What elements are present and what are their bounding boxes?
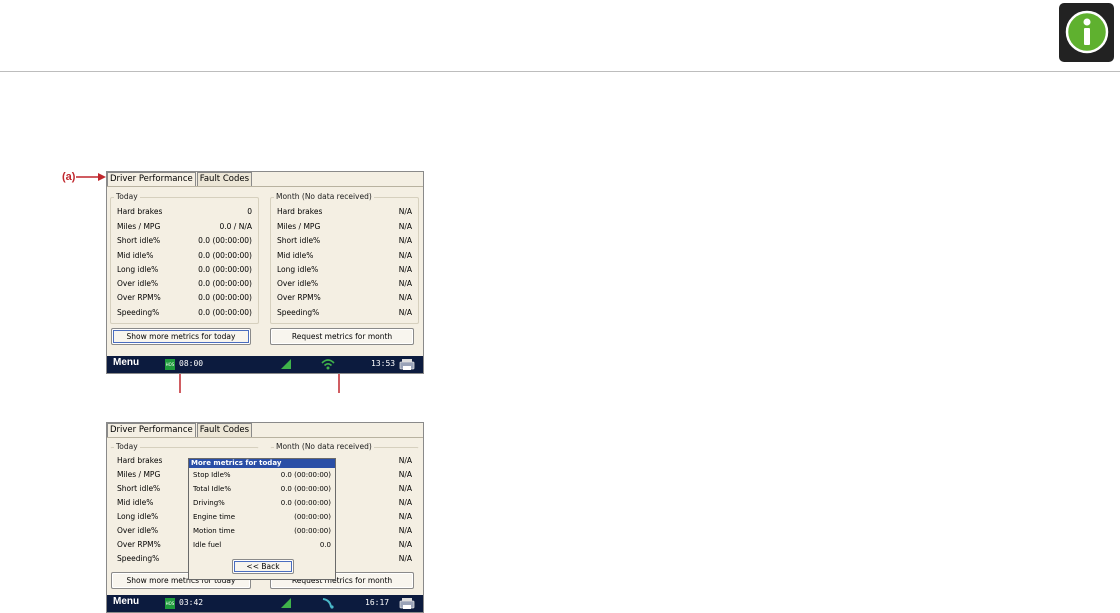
list-item: Driving% 0.0 (00:00:00) [193, 499, 331, 507]
device-screen-today: Driver Performance Fault Codes Today Har… [106, 171, 424, 374]
taskbar: Menu HOS 03:42 16:17 [107, 595, 423, 612]
tab-panel-border [107, 437, 423, 438]
list-item: Motion time (00:00:00) [193, 527, 331, 535]
request-month-metrics-button[interactable]: Request metrics for month [270, 328, 414, 345]
list-item: Mid idle% 0.0 (00:00:00) [117, 251, 252, 260]
list-item: Long idle% N/A [277, 265, 412, 274]
list-item: Speeding% N/A [277, 308, 412, 317]
menu-button[interactable]: Menu [113, 357, 139, 368]
hos-icon[interactable]: HOS [165, 598, 175, 609]
list-item: Hard brakes N/A [277, 207, 412, 216]
clock: 13:53 [371, 359, 396, 368]
tab-driver-performance[interactable]: Driver Performance [107, 423, 196, 437]
hos-time: 08:00 [179, 359, 204, 368]
printer-icon[interactable] [399, 597, 415, 610]
list-item: Engine time (00:00:00) [193, 513, 331, 521]
list-item: Long idle% 0.0 (00:00:00) [117, 265, 252, 274]
today-title: Today [114, 192, 140, 201]
list-item: Total Idle% 0.0 (00:00:00) [193, 485, 331, 493]
back-button[interactable]: << Back [232, 559, 294, 574]
month-group: Month (No data received) Hard brakes N/A … [270, 192, 419, 324]
month-title: Month (No data received) [274, 192, 374, 201]
list-item: Short idle% 0.0 (00:00:00) [117, 236, 252, 245]
today-title: Today [114, 442, 140, 451]
list-item: Speeding% 0.0 (00:00:00) [117, 308, 252, 317]
device-screen-more-metrics: Driver Performance Fault Codes Today Har… [106, 422, 424, 613]
list-item: Miles / MPG N/A [277, 222, 412, 231]
header-divider [0, 71, 1120, 72]
menu-button[interactable]: Menu [113, 596, 139, 607]
more-metrics-dialog: More metrics for today Stop Idle% 0.0 (00… [188, 458, 336, 580]
month-title: Month (No data received) [274, 442, 374, 451]
list-item: Idle fuel 0.0 [193, 541, 331, 549]
wifi-icon [322, 598, 334, 609]
list-item: Over idle% N/A [277, 279, 412, 288]
list-item: Mid idle% N/A [277, 251, 412, 260]
today-group: Today Hard brakes 0 Miles / MPG 0.0 / N/A … [110, 192, 259, 324]
hos-time: 03:42 [179, 598, 204, 607]
list-item: Stop Idle% 0.0 (00:00:00) [193, 471, 331, 479]
clock: 16:17 [365, 598, 390, 607]
signal-icon [281, 359, 291, 369]
tab-bar: Driver Performance Fault Codes [107, 172, 253, 186]
wifi-icon [321, 359, 335, 370]
annotation-arrow-icon [76, 173, 106, 181]
list-item: Hard brakes 0 [117, 207, 252, 216]
tab-panel-border [107, 186, 423, 187]
list-item: Over RPM% N/A [277, 293, 412, 302]
annotation-label: (a) [62, 171, 76, 183]
list-item: Short idle% N/A [277, 236, 412, 245]
signal-icon [281, 598, 291, 608]
tab-driver-performance[interactable]: Driver Performance [107, 172, 196, 186]
list-item: Miles / MPG 0.0 / N/A [117, 222, 252, 231]
show-more-metrics-button[interactable]: Show more metrics for today [111, 328, 251, 345]
printer-icon[interactable] [399, 358, 415, 371]
list-item: Over idle% 0.0 (00:00:00) [117, 279, 252, 288]
tab-bar: Driver Performance Fault Codes [107, 423, 253, 437]
tab-fault-codes[interactable]: Fault Codes [196, 423, 253, 437]
taskbar: Menu HOS 08:00 13:53 [107, 356, 423, 373]
tab-fault-codes[interactable]: Fault Codes [196, 172, 253, 186]
list-item: Over RPM% 0.0 (00:00:00) [117, 293, 252, 302]
info-icon [1059, 3, 1114, 62]
hos-icon[interactable]: HOS [165, 359, 175, 370]
dialog-title: More metrics for today [189, 459, 335, 468]
